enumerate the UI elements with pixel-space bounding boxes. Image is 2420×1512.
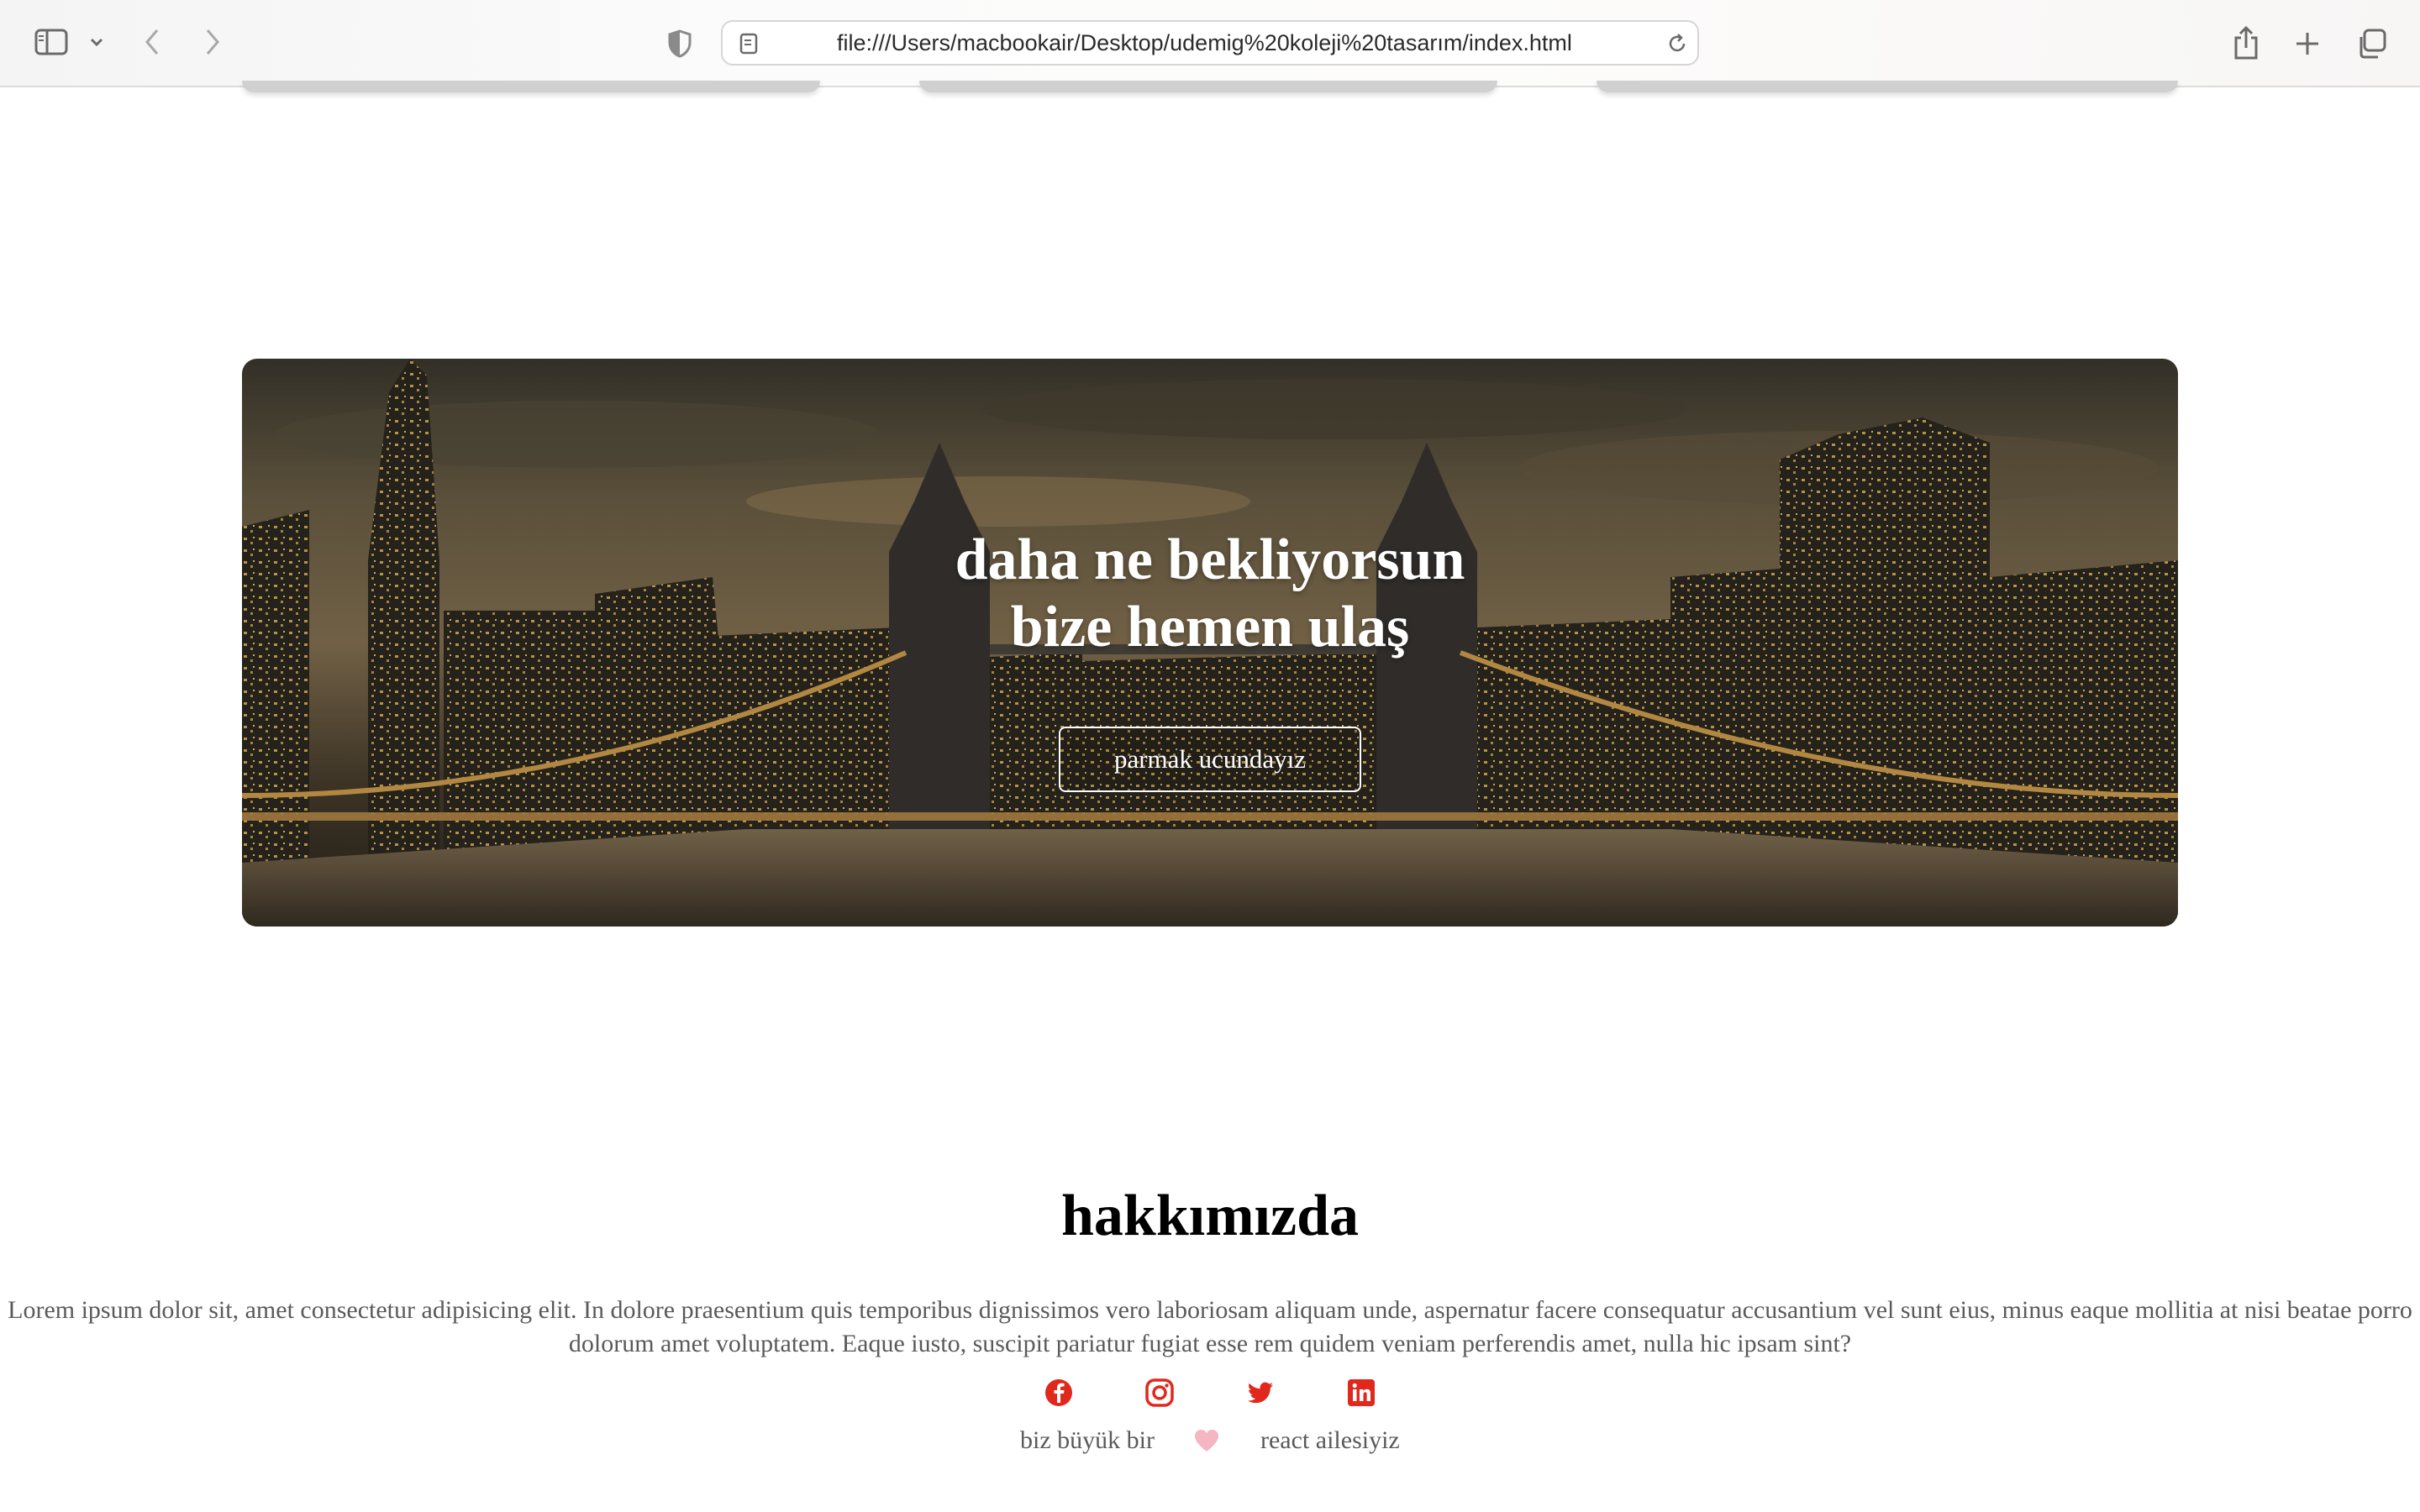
share-icon[interactable] <box>2230 25 2262 60</box>
page-icon <box>738 32 760 55</box>
contact-button[interactable]: parmak ucundayız <box>1059 727 1361 792</box>
banner-title: daha ne bekliyorsun bize hemen ulaş <box>605 527 1815 661</box>
reload-icon[interactable] <box>1665 32 1689 55</box>
contact-banner: daha ne bekliyorsun bize hemen ulaş parm… <box>242 359 2178 927</box>
banner-title-line1: daha ne bekliyorsun <box>955 528 1465 592</box>
new-tab-icon[interactable] <box>2292 29 2323 59</box>
forward-arrow-icon[interactable] <box>200 27 225 57</box>
address-bar[interactable]: file:///Users/macbookair/Desktop/udemig%… <box>721 20 1699 66</box>
twitter-icon[interactable] <box>1245 1378 1276 1408</box>
about-title: hakkımızda <box>1061 1184 1359 1248</box>
privacy-shield-icon[interactable] <box>666 29 694 59</box>
url-text[interactable]: file:///Users/macbookair/Desktop/udemig%… <box>837 22 1572 64</box>
chevron-down-icon[interactable] <box>87 34 106 50</box>
sidebar-toggle-icon[interactable] <box>32 25 71 59</box>
footer-credit: biz büyük bir react ailesiyiz <box>0 1426 2420 1460</box>
back-arrow-icon[interactable] <box>139 27 165 57</box>
instagram-icon[interactable] <box>1144 1378 1175 1408</box>
facebook-icon[interactable] <box>1044 1378 1074 1408</box>
card-bottom-edge <box>242 81 820 92</box>
tab-overview-icon[interactable] <box>2354 27 2388 60</box>
footer-text-right: react ailesiyiz <box>1260 1426 1400 1454</box>
heart-icon <box>1193 1428 1220 1460</box>
linkedin-icon[interactable] <box>1346 1378 1376 1408</box>
about-text: Lorem ipsum dolor sit, amet consectetur … <box>8 1296 2412 1357</box>
social-links <box>0 1378 2420 1411</box>
footer-text-left: biz büyük bir <box>1020 1426 1155 1454</box>
card-bottom-edge <box>919 81 1497 92</box>
card-bottom-edge <box>1597 81 2178 92</box>
browser-toolbar: file:///Users/macbookair/Desktop/udemig%… <box>0 0 2420 87</box>
banner-title-line2: bize hemen ulaş <box>1010 595 1410 659</box>
